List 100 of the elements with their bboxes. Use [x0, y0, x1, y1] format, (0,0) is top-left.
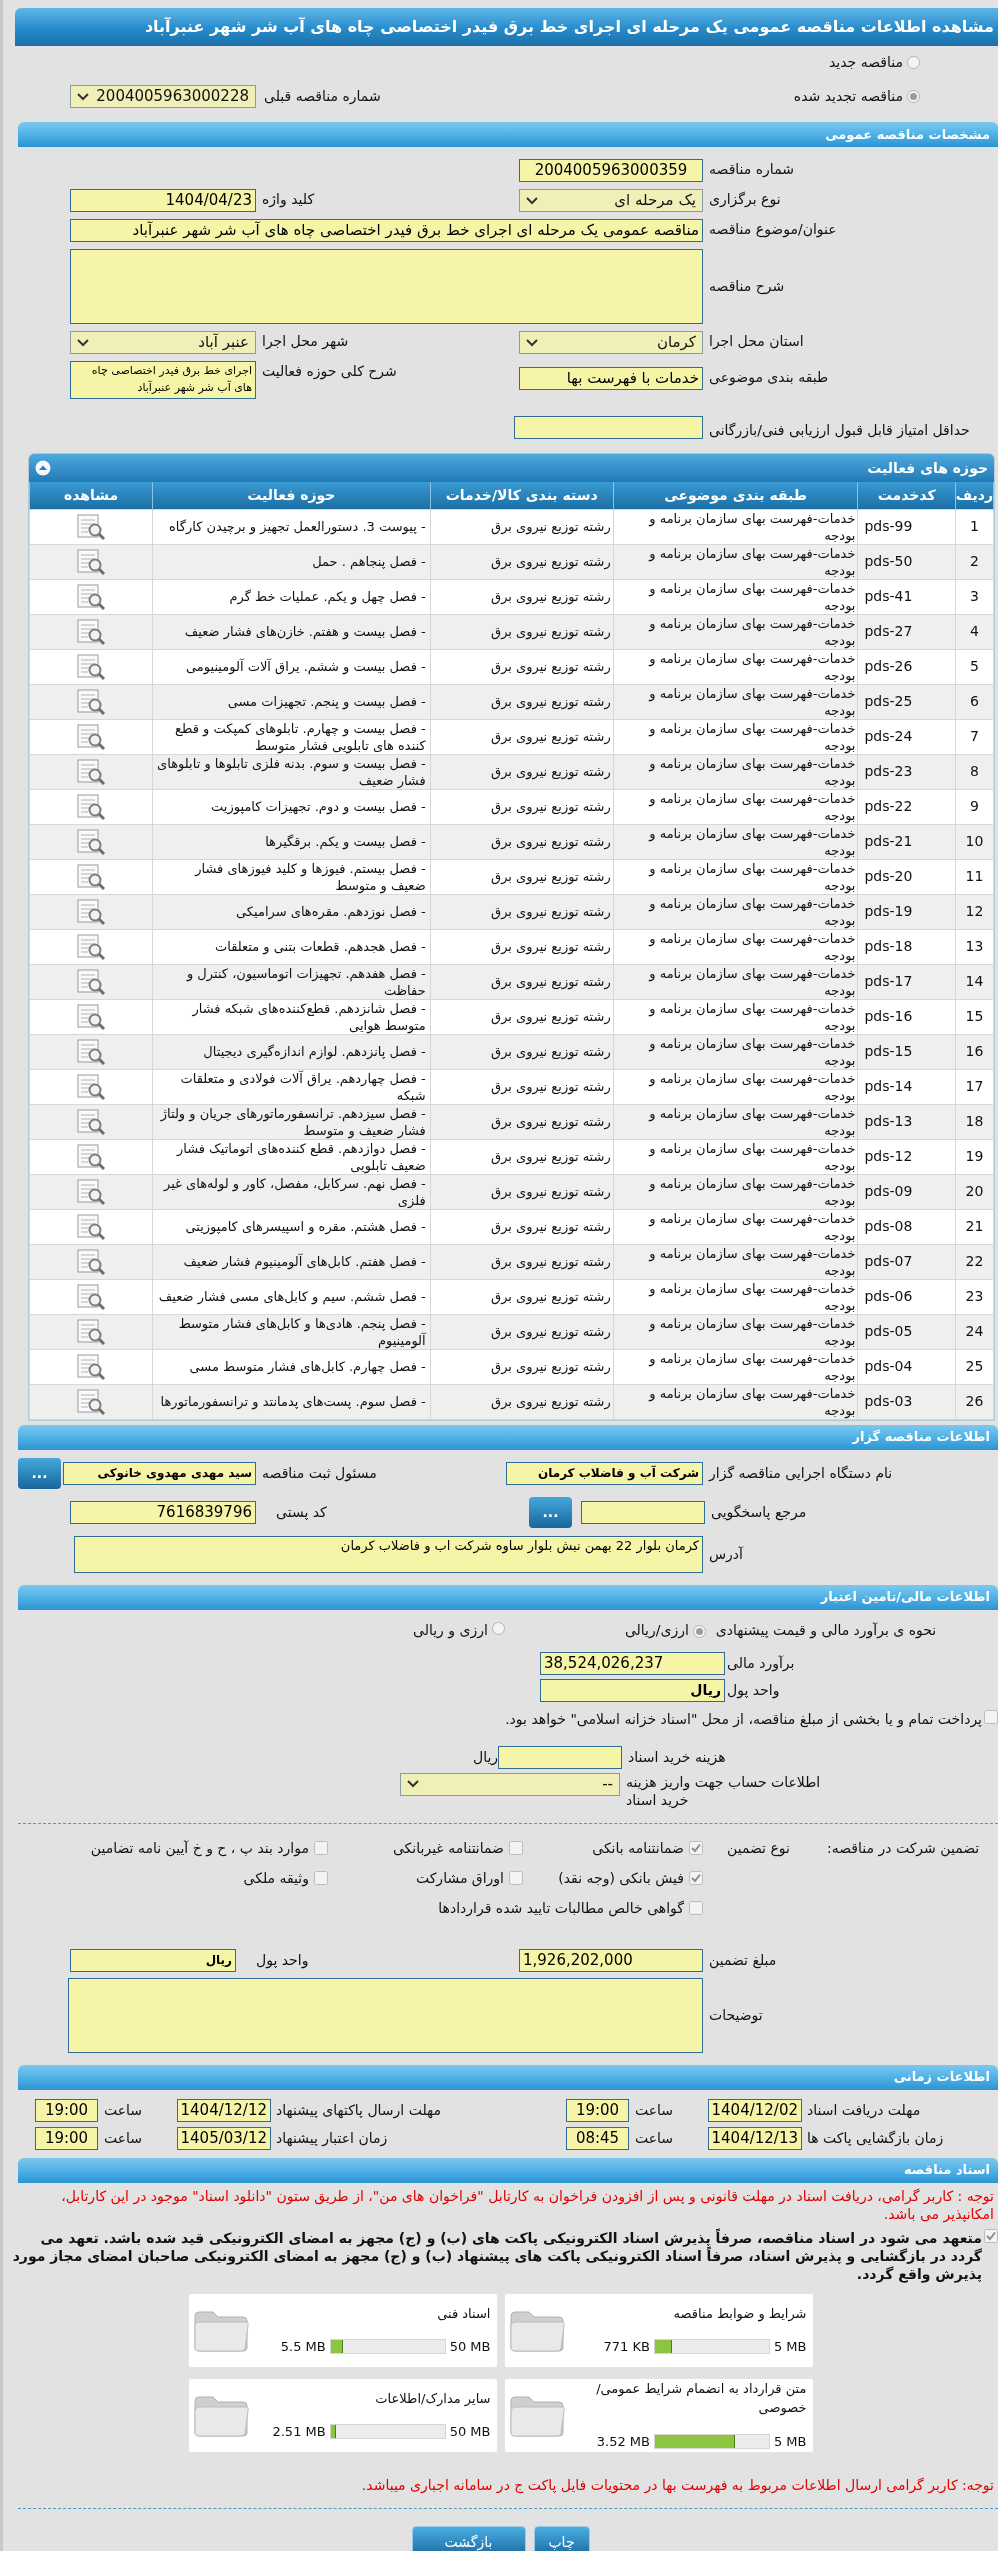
unit-label: ریال — [473, 1747, 499, 1768]
magnifier-document-icon[interactable] — [76, 1037, 106, 1066]
magnifier-document-icon[interactable] — [76, 652, 106, 681]
keyword-field[interactable]: 1404/04/23 — [70, 189, 256, 212]
checkbox[interactable] — [509, 1841, 523, 1855]
province-select[interactable]: کرمان — [519, 331, 703, 354]
magnifier-document-icon[interactable] — [76, 792, 106, 821]
action-button[interactable]: بازگشت — [411, 2525, 526, 2551]
time-field[interactable]: 19:00 — [35, 2126, 98, 2150]
category-field[interactable]: خدمات با فهرست بها — [519, 367, 703, 390]
table-cell: خدمات-فهرست بهای سازمان برنامه و بودجه — [613, 999, 858, 1034]
folder-icon — [192, 2308, 249, 2352]
field-label: ساعت — [634, 2128, 675, 2148]
magnifier-document-icon[interactable] — [76, 1282, 106, 1311]
reference-field[interactable] — [581, 1500, 705, 1524]
date-field[interactable]: 1405/03/12 — [177, 2126, 271, 2150]
holding-type-select[interactable]: یک مرحله ای — [519, 189, 703, 212]
previous-tender-select[interactable]: 2004005963000228 — [70, 85, 256, 108]
estimate-field[interactable]: 38,524,026,237 — [540, 1651, 725, 1675]
time-field[interactable]: 19:00 — [35, 2098, 98, 2122]
magnifier-document-icon[interactable] — [76, 897, 106, 926]
table-cell: خدمات-فهرست بهای سازمان برنامه و بودجه — [613, 649, 858, 684]
action-button[interactable]: چاپ — [533, 2525, 590, 2551]
checkbox[interactable] — [689, 1901, 703, 1915]
tender-number-field[interactable]: 2004005963000359 — [519, 159, 703, 182]
magnifier-document-icon[interactable] — [76, 687, 106, 716]
table-cell: رشته توزیع نیروی برق — [430, 1034, 614, 1069]
notes-field[interactable] — [68, 1977, 703, 2053]
table-cell: 10 — [955, 824, 994, 859]
commitment-text: متعهد می شود در اسناد مناقصه، صرفاً پذیرش اسناد الکترونیکی پاکت های (ب) و (ج) مجهز به امضای الکترونیکی قید شده باشد. تعهد می گردد در بازگشایی و پذیرش اسناد، صرفاً اسناد الکترونیکی پاکت های پیشنهاد (ب) و (ج) مجهز به امضای الکترونیکی صاحبان امضای مجاز مورد پذیرش واقع گردد. — [11, 2228, 982, 2283]
table-cell: رشته توزیع نیروی برق — [430, 649, 614, 684]
magnifier-document-icon[interactable] — [76, 547, 106, 576]
magnifier-document-icon[interactable] — [76, 932, 106, 961]
table-cell: رشته توزیع نیروی برق — [430, 894, 614, 929]
subject-field[interactable]: مناقصه عمومی یک مرحله ای اجرای خط برق فیدر اختصاصی چاه های آب شر شهر عنبرآباد — [70, 219, 703, 242]
table-cell: 13 — [955, 929, 994, 964]
magnifier-document-icon[interactable] — [76, 862, 106, 891]
radio-button[interactable] — [907, 90, 920, 103]
checkbox[interactable] — [689, 1871, 703, 1885]
time-field[interactable]: 19:00 — [566, 2098, 629, 2122]
magnifier-document-icon[interactable] — [76, 1387, 106, 1416]
table-cell: 5 — [955, 649, 994, 684]
magnifier-document-icon[interactable] — [76, 1002, 106, 1031]
account-select[interactable]: -- — [400, 1772, 620, 1796]
date-field[interactable]: 1404/12/02 — [708, 2098, 802, 2122]
table-cell: - فصل هشتم. مقره و اسپیسرهای کامپوزیتی — [152, 1209, 431, 1244]
checkbox[interactable] — [314, 1871, 328, 1885]
table-cell: خدمات-فهرست بهای سازمان برنامه و بودجه — [613, 1384, 858, 1419]
magnifier-document-icon[interactable] — [76, 1177, 106, 1206]
address-field[interactable]: کرمان بلوار 22 بهمن نبش بلوار ساوه شرکت اب و فاضلاب کرمان — [74, 1535, 703, 1573]
field-label: شهر محل اجرا — [261, 332, 350, 352]
currency-field[interactable]: ریال — [540, 1678, 725, 1702]
table-cell: رشته توزیع نیروی برق — [430, 964, 614, 999]
checkbox[interactable] — [509, 1871, 523, 1885]
registrar-field[interactable]: سید مهدی مهدوی خانوکی — [63, 1461, 256, 1485]
guarantee-amount-field[interactable]: 1,926,202,000 — [519, 1948, 703, 1972]
radio-label: مناقصه تجدید شده — [793, 87, 903, 106]
radio-button[interactable] — [692, 1625, 706, 1638]
magnifier-document-icon[interactable] — [76, 1072, 106, 1101]
table-cell: - فصل هجدهم. قطعات بتنی و متعلقات — [152, 929, 431, 964]
date-field[interactable]: 1404/12/12 — [177, 2098, 271, 2122]
magnifier-document-icon[interactable] — [76, 617, 106, 646]
city-select[interactable]: عنبر آباد — [70, 331, 256, 354]
table-cell: - فصل بیست و هفتم. خازن‌های فشار ضعیف — [152, 614, 431, 649]
magnifier-document-icon[interactable] — [76, 1247, 106, 1276]
lookup-button[interactable]: ... — [18, 1457, 61, 1489]
magnifier-document-icon[interactable] — [76, 512, 106, 541]
magnifier-document-icon[interactable] — [76, 722, 106, 751]
description-field[interactable] — [70, 249, 703, 324]
activity-scope-field[interactable]: اجرای خط برق فیدر اختصاصی چاه های آب شر شهر عنبرآباد — [70, 361, 256, 399]
magnifier-document-icon[interactable] — [76, 967, 106, 996]
magnifier-document-icon[interactable] — [76, 1317, 106, 1346]
magnifier-document-icon[interactable] — [76, 757, 106, 786]
folder-icon — [508, 2393, 565, 2437]
field-label: استان محل اجرا — [708, 332, 804, 351]
magnifier-document-icon[interactable] — [76, 827, 106, 856]
checkbox[interactable] — [984, 1709, 998, 1724]
magnifier-document-icon[interactable] — [76, 1352, 106, 1381]
postal-code-field[interactable]: 7616839796 — [70, 1500, 256, 1524]
time-field[interactable]: 08:45 — [566, 2126, 629, 2150]
radio-button[interactable] — [491, 1622, 505, 1635]
table-cell: 11 — [955, 859, 994, 894]
field-label: نوع برگزاری — [708, 190, 781, 210]
magnifier-document-icon[interactable] — [76, 582, 106, 611]
currency-field[interactable]: ریال — [70, 1948, 236, 1972]
organizer-name-field[interactable]: شرکت آب و فاضلاب کرمان — [506, 1461, 703, 1485]
checkbox[interactable] — [314, 1841, 328, 1855]
radio-button[interactable] — [907, 56, 920, 69]
checkbox[interactable] — [689, 1841, 703, 1855]
collapse-icon[interactable] — [35, 460, 51, 476]
checkbox[interactable] — [984, 2228, 998, 2243]
magnifier-document-icon[interactable] — [76, 1107, 106, 1136]
lookup-button[interactable]: ... — [529, 1496, 572, 1528]
magnifier-document-icon[interactable] — [76, 1142, 106, 1171]
table-cell: - فصل چهاردهم. یراق آلات فولادی و متعلقات شبکه — [152, 1069, 431, 1104]
magnifier-document-icon[interactable] — [76, 1212, 106, 1241]
date-field[interactable]: 1404/12/13 — [708, 2126, 802, 2150]
min-score-field[interactable] — [514, 416, 703, 439]
document-fee-field[interactable] — [498, 1745, 623, 1769]
field-label: زمان بازگشایی پاکت ها — [806, 2128, 944, 2149]
